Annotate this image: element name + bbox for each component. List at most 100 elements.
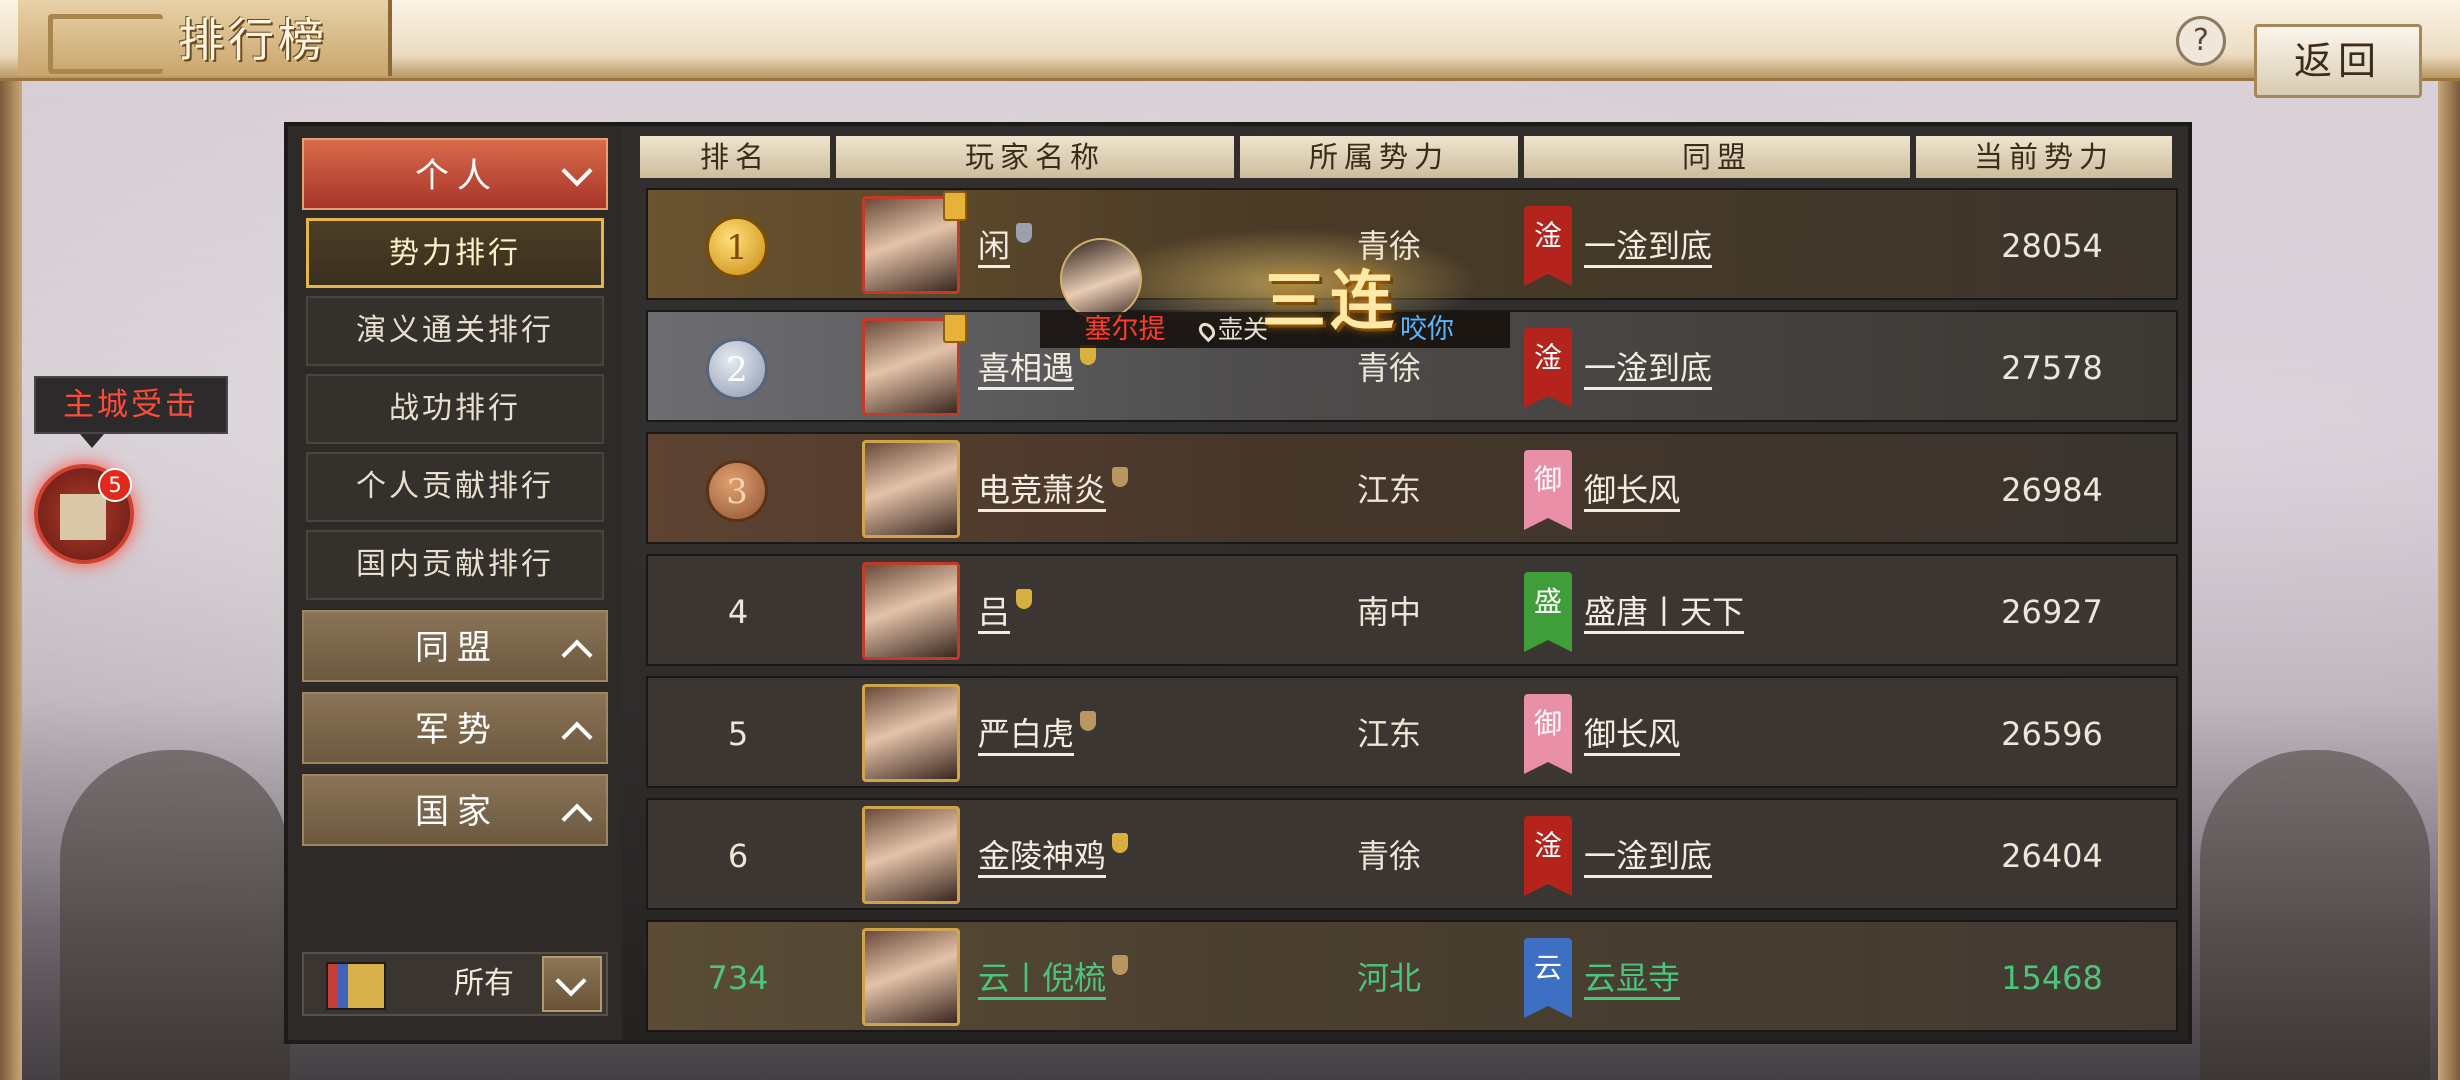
background-rider-right [2200,750,2430,1080]
my-faction: 河北 [1356,959,1421,997]
column-faction: 所属势力 [1240,136,1518,178]
bronze-medal-icon: 3 [706,460,768,522]
chevron-down-icon [555,965,587,997]
alliance-name-link[interactable]: 御长风 [1584,434,1680,546]
player-rank: 5 [727,715,749,753]
column-alliance: 同盟 [1524,136,1910,178]
my-avatar[interactable] [862,928,960,1026]
back-button[interactable]: 返回 [2254,24,2422,98]
category-country[interactable]: 国家 [302,774,608,846]
player-power: 28054 [2001,227,2103,265]
alliance-name-link[interactable]: 盛唐丨天下 [1584,556,1744,668]
player-name: 闲 [978,227,1011,265]
player-faction: 南中 [1356,593,1421,631]
category-army[interactable]: 军势 [302,692,608,764]
player-faction: 江东 [1356,715,1421,753]
player-avatar[interactable] [862,806,960,904]
table-row[interactable]: 3 电竞萧炎 江东 御 御长风 26984 [646,432,2178,544]
player-power: 26984 [2001,471,2103,509]
gold-medal-icon: 1 [706,216,768,278]
player-power: 26927 [2001,593,2103,631]
category-alliance-label: 同盟 [415,628,499,668]
my-name-link[interactable]: 云丨倪梳 [978,922,1129,1034]
alliance-name-link[interactable]: 一淦到底 [1584,312,1712,424]
alliance-name-link[interactable]: 一淦到底 [1584,800,1712,912]
alliance-banner-icon: 云 [1524,938,1572,1018]
alliance-name-link[interactable]: 一淦到底 [1584,190,1712,302]
player-name-link[interactable]: 金陵神鸡 [978,800,1129,912]
player-avatar[interactable] [862,313,967,416]
player-avatar[interactable] [862,684,960,782]
player-name: 吕 [978,593,1011,631]
table-row[interactable]: 6 金陵神鸡 青徐 淦 一淦到底 26404 [646,798,2178,910]
player-avatar[interactable] [862,440,960,538]
help-button[interactable]: ? [2176,16,2226,66]
category-army-label: 军势 [415,710,499,750]
shield-icon [1112,467,1129,487]
alliance-banner-icon: 淦 [1524,816,1572,896]
player-name-link[interactable]: 闲 [978,190,1033,302]
player-name: 金陵神鸡 [978,837,1107,875]
background-rider-left [60,750,290,1080]
player-faction: 青徐 [1356,837,1421,875]
streak-location: 壶关 [1195,312,1269,348]
alliance-banner-icon: 淦 [1524,206,1572,286]
column-current-power: 当前势力 [1916,136,2172,178]
alliance-banner-icon: 御 [1524,450,1572,530]
player-name-link[interactable]: 电竞萧炎 [978,434,1129,546]
sidebar-item-domestic-contribution-ranking[interactable]: 国内贡献排行 [306,530,604,600]
player-name: 严白虎 [978,715,1075,753]
top-bar: 排行榜 ? [0,0,2460,81]
player-name: 电竞萧炎 [978,471,1107,509]
streak-location-name: 壶关 [1218,315,1269,344]
shield-icon [1080,711,1097,731]
my-name: 云丨倪梳 [978,959,1107,997]
sidebar-item-contribution-ranking[interactable]: 个人贡献排行 [306,452,604,522]
alliance-name-link[interactable]: 御长风 [1584,678,1680,790]
player-name-link[interactable]: 吕 [978,556,1033,668]
player-rank: 6 [727,837,749,875]
alert-count-badge: 5 [98,468,132,502]
streak-player-portrait [1060,238,1142,320]
player-avatar[interactable] [862,562,960,660]
sidebar-item-story-ranking[interactable]: 演义通关排行 [306,296,604,366]
filter-value: 所有 [454,966,514,1001]
streak-player-name: 塞尔提 [1084,314,1166,345]
player-power: 27578 [2001,349,2103,387]
table-row[interactable]: 5 严白虎 江东 御 御长风 26596 [646,676,2178,788]
streak-action: 咬你 [1400,314,1454,345]
my-power: 15468 [2001,959,2103,997]
table-row[interactable]: 4 吕 南中 盛 盛唐丨天下 26927 [646,554,2178,666]
shield-icon [1112,955,1129,975]
sidebar-item-merit-ranking[interactable]: 战功排行 [306,374,604,444]
filter-dropdown-button[interactable] [542,956,602,1012]
region-filter[interactable]: 所有 [302,952,608,1016]
column-rank: 排名 [640,136,830,178]
sidebar-item-power-ranking[interactable]: 势力排行 [306,218,604,288]
my-rank: 734 [707,959,769,997]
category-alliance[interactable]: 同盟 [302,610,608,682]
shield-icon [1016,589,1033,609]
player-avatar[interactable] [862,191,967,294]
city-attacked-tooltip: 主城受击 [34,376,228,448]
player-power: 26404 [2001,837,2103,875]
frame-right [2438,0,2460,1080]
frame-left [0,0,22,1080]
vip-badge-icon [943,313,967,343]
player-rank: 4 [727,593,749,631]
shield-icon [1112,833,1129,853]
category-personal[interactable]: 个人 [302,138,608,210]
silver-medal-icon: 2 [706,338,768,400]
player-name-link[interactable]: 严白虎 [978,678,1097,790]
title-ornament [48,14,163,74]
category-country-label: 国家 [415,792,499,832]
kill-streak-popup: 塞尔提 壶关 咬你 三连 [1040,228,1510,358]
ranking-sidebar: 个人 势力排行 演义通关排行 战功排行 个人贡献排行 国内贡献排行 同盟 军势 … [288,126,622,1040]
shield-icon [1016,223,1033,243]
column-player-name: 玩家名称 [836,136,1234,178]
player-power: 26596 [2001,715,2103,753]
category-personal-label: 个人 [415,156,499,196]
my-rank-row[interactable]: 734 云丨倪梳 河北 云 云显寺 15468 [646,920,2178,1032]
page-title: 排行榜 [178,13,328,67]
my-alliance-link[interactable]: 云显寺 [1584,922,1680,1034]
